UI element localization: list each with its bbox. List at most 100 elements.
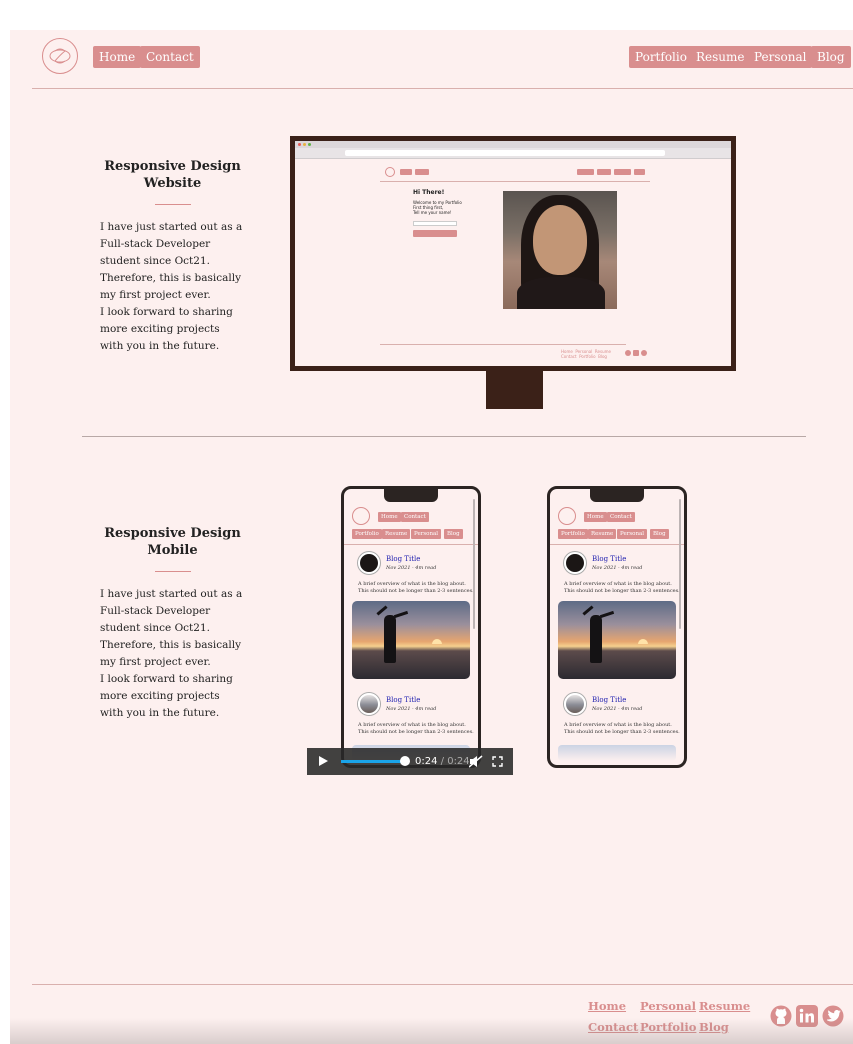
title-underline xyxy=(154,204,191,205)
phone-nav-home: Home xyxy=(584,512,607,522)
desktop-monitor-mockup: Hi There! Welcome to my Portfolio First … xyxy=(290,136,736,371)
mini-twitter-icon xyxy=(641,350,647,356)
video-progress-bar[interactable] xyxy=(341,760,405,763)
mini-greeting: Hi There! xyxy=(413,189,445,196)
mini-nav-resume xyxy=(597,169,611,175)
blog-meta: Nov 2021 · 4m read xyxy=(592,706,643,712)
blog-description: A brief overview of what is the blog abo… xyxy=(564,722,680,735)
blog-description: A brief overview of what is the blog abo… xyxy=(564,581,680,594)
footer-link-portfolio[interactable]: Portfolio xyxy=(640,1020,696,1034)
phone-nav-personal: Personal xyxy=(617,529,648,539)
phone-nav-contact: Contact xyxy=(607,512,635,522)
mini-name-input xyxy=(413,221,457,226)
blog-sunset-image xyxy=(558,601,676,679)
url-bar xyxy=(345,150,665,156)
blog-title-link: Blog Title xyxy=(592,696,627,704)
linkedin-icon[interactable] xyxy=(796,1005,818,1027)
footer-link-home[interactable]: Home xyxy=(588,999,626,1013)
nav-portfolio-button[interactable]: Portfolio xyxy=(629,46,693,68)
mini-submit-button xyxy=(413,230,457,237)
website-section-text: Responsive Design Website I have just st… xyxy=(100,158,245,355)
section-description: I have just started out as a Full-stack … xyxy=(100,221,243,352)
section-description: I have just started out as a Full-stack … xyxy=(100,588,243,719)
footer-divider xyxy=(32,984,853,985)
phone-notch xyxy=(590,489,644,502)
blog-title-link: Blog Title xyxy=(386,555,421,563)
phone-logo xyxy=(558,507,576,525)
footer-link-contact[interactable]: Contact xyxy=(588,1020,638,1034)
phone-nav-personal: Personal xyxy=(411,529,442,539)
close-dot-icon xyxy=(298,143,301,146)
github-icon[interactable] xyxy=(770,1005,792,1027)
footer-link-blog[interactable]: Blog xyxy=(699,1020,729,1034)
twitter-icon[interactable] xyxy=(822,1005,844,1027)
blog-avatar xyxy=(358,552,380,574)
play-icon[interactable] xyxy=(319,756,328,766)
duration: 0:24 xyxy=(447,756,470,767)
title-underline xyxy=(154,571,191,572)
blog-title-link: Blog Title xyxy=(592,555,627,563)
blog-avatar xyxy=(358,693,380,715)
phone-mockup-static: Home Contact Portfolio Resume Personal B… xyxy=(547,486,687,768)
video-controls: 0:24 / 0:24 xyxy=(307,748,513,775)
site-logo[interactable] xyxy=(42,38,78,74)
nav-contact-button[interactable]: Contact xyxy=(140,46,200,68)
section-title: Responsive Design Mobile xyxy=(104,526,241,558)
blog-avatar xyxy=(564,552,586,574)
nav-blog-button[interactable]: Blog xyxy=(811,46,851,68)
header-divider xyxy=(32,88,853,89)
blog-description: A brief overview of what is the blog abo… xyxy=(358,722,474,735)
blog-title-link: Blog Title xyxy=(386,696,421,704)
mini-nav-personal xyxy=(614,169,631,175)
phone-nav-home: Home xyxy=(378,512,401,522)
blog-meta: Nov 2021 · 4m read xyxy=(386,565,437,571)
blog-sunset-image xyxy=(352,601,470,679)
portfolio-page: Home Contact Portfolio Resume Personal B… xyxy=(10,30,853,1044)
nav-home-button[interactable]: Home xyxy=(93,46,142,68)
logo-mark-icon xyxy=(49,48,71,64)
mini-github-icon xyxy=(625,350,631,356)
phone-nav-resume: Resume xyxy=(588,529,617,539)
blog-meta: Nov 2021 · 4m read xyxy=(386,706,437,712)
video-scrubber-handle[interactable] xyxy=(400,756,410,766)
blog-avatar xyxy=(564,693,586,715)
nav-personal-button[interactable]: Personal xyxy=(748,46,813,68)
phone-nav-contact: Contact xyxy=(401,512,429,522)
minimize-dot-icon xyxy=(303,143,306,146)
maximize-dot-icon xyxy=(308,143,311,146)
mini-nav-contact xyxy=(415,169,429,175)
phone-nav-blog: Blog xyxy=(444,529,463,539)
mini-nav-blog xyxy=(634,169,645,175)
phone-nav-portfolio: Portfolio xyxy=(558,529,588,539)
section-divider xyxy=(82,436,806,437)
profile-photo xyxy=(503,191,617,309)
video-time: 0:24 / 0:24 xyxy=(415,755,470,768)
mini-nav-portfolio xyxy=(577,169,594,175)
footer-link-personal[interactable]: Personal xyxy=(640,999,696,1013)
phone-scrollbar xyxy=(679,499,681,629)
mobile-section-text: Responsive Design Mobile I have just sta… xyxy=(100,525,245,722)
mini-linkedin-icon xyxy=(633,350,639,356)
mute-icon[interactable] xyxy=(469,755,483,768)
section-title: Responsive Design Website xyxy=(104,159,241,191)
phone-scrollbar xyxy=(473,499,475,629)
mini-nav-home xyxy=(400,169,412,175)
phone-nav-resume: Resume xyxy=(382,529,411,539)
mini-footer-links: Home Personal Resume Contact Portfolio B… xyxy=(561,349,611,359)
current-time: 0:24 xyxy=(415,756,438,767)
phone-nav-blog: Blog xyxy=(650,529,669,539)
phone-notch xyxy=(384,489,438,502)
mini-logo xyxy=(385,167,395,177)
fullscreen-icon[interactable] xyxy=(492,756,503,767)
desktop-screen: Hi There! Welcome to my Portfolio First … xyxy=(295,141,731,366)
phone-mockup-video[interactable]: Home Contact Portfolio Resume Personal B… xyxy=(341,486,481,768)
monitor-stand xyxy=(486,371,543,409)
phone-nav-portfolio: Portfolio xyxy=(352,529,382,539)
nav-resume-button[interactable]: Resume xyxy=(690,46,751,68)
time-separator: / xyxy=(437,756,448,767)
browser-toolbar xyxy=(295,141,731,159)
blog-description: A brief overview of what is the blog abo… xyxy=(358,581,474,594)
blog-meta: Nov 2021 · 4m read xyxy=(592,565,643,571)
phone-logo xyxy=(352,507,370,525)
footer-link-resume[interactable]: Resume xyxy=(699,999,750,1013)
